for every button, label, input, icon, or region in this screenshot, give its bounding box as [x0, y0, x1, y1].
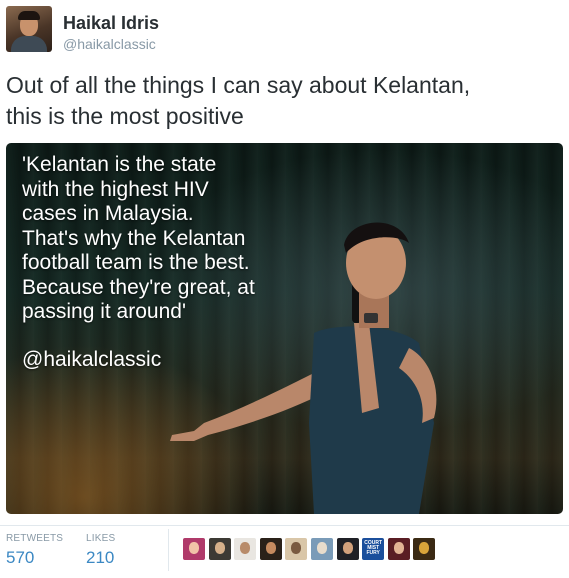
- stats-vertical-divider: [168, 529, 169, 571]
- liker-avatar-3[interactable]: [234, 538, 257, 560]
- liker-face: [419, 542, 430, 554]
- liker-avatar-10[interactable]: [413, 538, 436, 560]
- liker-avatar-1[interactable]: [183, 538, 205, 560]
- liker-avatar-7[interactable]: [336, 538, 359, 560]
- liker-face: [265, 542, 276, 554]
- photo-watermark: @haikalclassic: [22, 348, 162, 371]
- liker-face: [240, 542, 251, 554]
- tweet-photo[interactable]: 'Kelantan is the state with the highest …: [6, 143, 563, 514]
- avatar-shoulders: [11, 36, 47, 52]
- retweets-label: RETWEETS: [6, 533, 64, 544]
- photo-caption: 'Kelantan is the state with the highest …: [22, 153, 255, 323]
- liker-avatar-text: COURT MIST FURY: [364, 540, 383, 556]
- retweets-count: 570: [6, 548, 35, 567]
- avatar-hair: [18, 11, 40, 20]
- likes-label: LIKES: [86, 533, 116, 544]
- liker-avatar-4[interactable]: [259, 538, 282, 560]
- likes-stat[interactable]: LIKES 210: [86, 533, 115, 568]
- liker-avatar-5[interactable]: [285, 538, 308, 560]
- user-name[interactable]: Haikal Idris: [63, 13, 159, 34]
- liker-face: [214, 542, 225, 554]
- retweets-stat[interactable]: RETWEETS 570: [6, 533, 63, 568]
- liker-face: [393, 542, 404, 554]
- liker-face: [291, 542, 302, 554]
- liker-avatar-9[interactable]: [387, 538, 410, 560]
- tweet-text: Out of all the things I can say about Ke…: [6, 72, 471, 129]
- likes-count: 210: [86, 548, 115, 567]
- liker-face: [189, 542, 199, 554]
- liker-avatar-6[interactable]: [311, 538, 333, 560]
- liker-face: [342, 542, 353, 554]
- liker-face: [317, 542, 327, 554]
- user-handle[interactable]: @haikalclassic: [63, 36, 156, 52]
- liker-avatar-court-fury-8[interactable]: COURT MIST FURY: [362, 538, 385, 560]
- avatar[interactable]: [6, 6, 52, 52]
- liker-avatar-2[interactable]: [208, 538, 231, 560]
- stats-divider: [0, 525, 569, 526]
